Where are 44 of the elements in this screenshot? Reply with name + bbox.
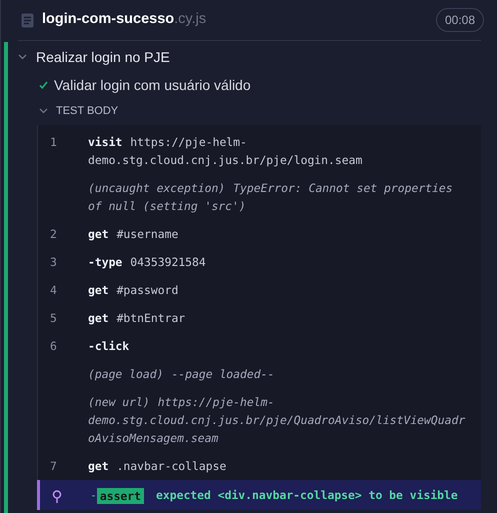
line-number: 5 xyxy=(50,310,58,327)
event-text: (uncaught exception) TypeError: Cannot set properties of null (setting 'src') xyxy=(88,180,454,215)
command-text: get #btnEntrar xyxy=(88,310,186,327)
command-text: -click xyxy=(88,338,130,355)
chevron-icon[interactable] xyxy=(39,108,48,114)
line-number: 2 xyxy=(50,226,58,243)
command-row[interactable]: 6 -click xyxy=(38,332,481,360)
suite-title-row[interactable]: Realizar login no PJE xyxy=(18,41,497,71)
test-title-row[interactable]: Validar login com usuário válido xyxy=(18,71,497,99)
event-text: (page load) --page loaded-- xyxy=(88,366,276,383)
command-row[interactable]: 4 get #password xyxy=(38,276,481,304)
duration-badge: 00:08 xyxy=(436,8,484,32)
line-number: 7 xyxy=(50,458,58,475)
suite-title: Realizar login no PJE xyxy=(36,48,170,67)
command-row[interactable]: 5 get #btnEntrar xyxy=(38,304,481,332)
pin-icon xyxy=(52,490,62,504)
assert-message: expected <div.navbar-collapse> to be visible xyxy=(156,487,458,504)
assert-row[interactable]: - assert expected <div.navbar-collapse> to be visible xyxy=(37,480,481,510)
command-text: visit https://pje-helm-demo.stg.cloud.cnj.jus.br/pje/login.seam xyxy=(88,134,364,169)
chevron-icon[interactable] xyxy=(18,54,27,60)
event-row[interactable]: (uncaught exception) TypeError: Cannot set properties of null (setting 'src') xyxy=(38,174,481,220)
command-text: get #username xyxy=(88,226,180,243)
section-title-row[interactable]: TEST BODY xyxy=(18,99,497,123)
command-row[interactable]: 7 get .navbar-collapse xyxy=(38,452,481,480)
line-number: 1 xyxy=(50,134,58,151)
command-text: get #password xyxy=(88,282,180,299)
line-number: 3 xyxy=(50,254,58,271)
section-title: TEST BODY xyxy=(56,104,118,119)
line-number: 6 xyxy=(50,338,58,355)
dash-text: - xyxy=(90,487,97,504)
assert-badge: assert xyxy=(96,488,144,504)
command-row[interactable]: 1 visit https://pje-helm-demo.stg.cloud.cnj.jus.br/pje/login.seam xyxy=(38,128,481,174)
event-row[interactable]: (new url) https://pje-helm-demo.stg.cloud.cnj.jus.br/pje/QuadroAviso/listViewQuadroAvisoMensagem.seam xyxy=(38,388,481,452)
spec-file-extension: .cy.js xyxy=(174,10,206,30)
file-icon xyxy=(21,12,34,28)
event-row[interactable]: (page load) --page loaded-- xyxy=(38,360,481,388)
spec-file-name: login-com-sucesso xyxy=(42,10,174,30)
test-title: Validar login com usuário válido xyxy=(54,76,251,95)
event-text: (new url) https://pje-helm-demo.stg.cloud.cnj.jus.br/pje/QuadroAviso/listViewQuadroAvisoMensagem.seam xyxy=(88,394,466,447)
command-row[interactable]: 3 -type 04353921584 xyxy=(38,248,481,276)
command-text: get .navbar-collapse xyxy=(88,458,228,475)
command-text: -type 04353921584 xyxy=(88,254,207,271)
line-number: 4 xyxy=(50,282,58,299)
command-row[interactable]: 2 get #username xyxy=(38,220,481,248)
